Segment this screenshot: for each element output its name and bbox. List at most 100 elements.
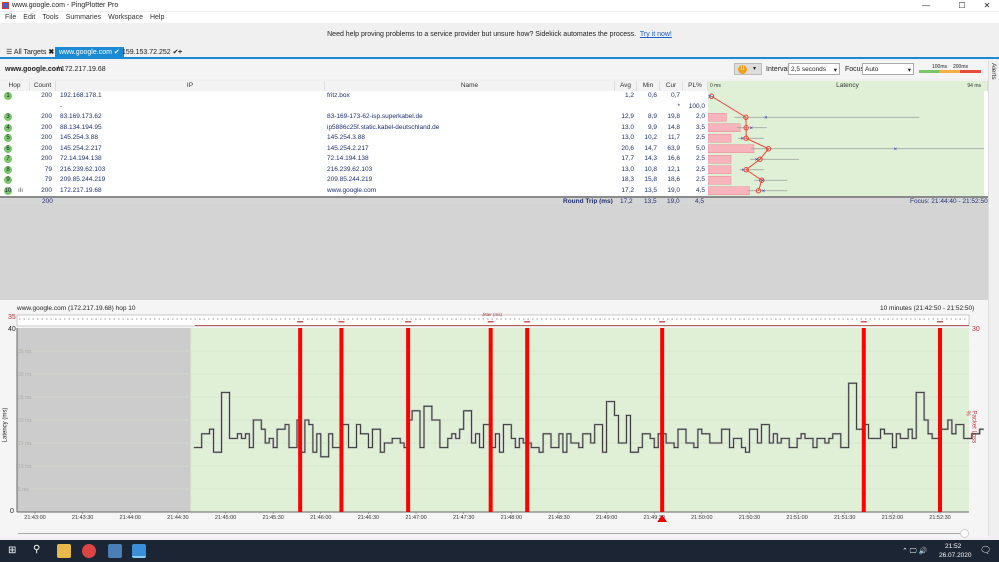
alerts-panel-tab[interactable]: Alerts (988, 61, 999, 536)
cell-ip: 83.169.173.62 (60, 113, 102, 120)
time-scrollbar[interactable] (18, 533, 968, 534)
tab-159-153-72-252[interactable]: 159.153.72.252 ✔ (118, 47, 183, 59)
windows-start-icon[interactable]: ⊞ (8, 545, 16, 556)
cell-name: fritz.box (327, 92, 350, 99)
close-button[interactable]: ✕ (975, 0, 999, 11)
hop-number-badge: 1 (4, 92, 12, 100)
col-hop[interactable]: Hop (0, 81, 30, 91)
clock-date[interactable]: 26.07.2020 (939, 552, 972, 559)
packet-loss-bar (708, 176, 732, 185)
x-tick-label: 21:52:00 (882, 515, 903, 521)
menu-workspace[interactable]: Workspace (108, 12, 143, 23)
remote-desktop-icon[interactable] (108, 544, 122, 558)
cell-cur: 63,9 (667, 144, 680, 152)
jitter-loss-marker (338, 321, 345, 323)
packet-loss-bar (525, 328, 530, 512)
table-row[interactable]: 10 ılı 200 172.217.19.68 www.google.com 17,2 1… (0, 186, 708, 197)
cell-name: ip5886c25f.static.kabel-deutschland.de (327, 123, 440, 131)
close-tab-icon[interactable]: ✖ (48, 49, 54, 56)
table-row[interactable]: 4 200 88.134.194.95 ip5886c25f.static.kabel… (0, 123, 708, 134)
notification-icon[interactable]: 🗨 (980, 545, 991, 556)
hop-number-badge: 6 (4, 144, 12, 153)
bar-chart-icon[interactable]: ılı (18, 186, 23, 197)
current-latency-marker: × (762, 189, 766, 195)
menu-tools[interactable]: Tools (42, 12, 58, 23)
timeline-chart-panel: www.google.com (172.217.19.68) hop 10 10… (0, 300, 988, 538)
table-row[interactable]: 1 200 192.168.178.1 fritz.box 1,2 0,6 0,7 (0, 91, 708, 102)
pause-button[interactable]: II ▾ (734, 63, 762, 75)
cell-min: 13,5 (644, 186, 657, 194)
time-scrollbar-thumb[interactable] (960, 529, 969, 538)
col-min[interactable]: Min (637, 81, 660, 91)
focus-select[interactable]: Auto ▾ (862, 63, 914, 75)
tray-chevron-icon[interactable]: ⌃ 🖵 🔊 (902, 547, 927, 556)
cell-name: 145.254.2.217 (327, 144, 369, 152)
jitter-loss-marker (659, 321, 666, 323)
window-title: www.google.com - PingPlotter Pro (12, 2, 119, 9)
hop-number-badge: 8 (4, 165, 12, 174)
table-row[interactable]: 6 200 145.254.2.217 145.254.2.217 20,6 14,7 63… (0, 144, 708, 155)
pingplotter-taskbar-icon[interactable] (132, 544, 146, 558)
cell-min: 10,8 (644, 165, 657, 173)
menu-edit[interactable]: Edit (23, 12, 35, 23)
cell-cur: * (677, 102, 680, 110)
x-tick-label: 21:48:00 (501, 515, 522, 521)
cell-avg: 20,6 (621, 144, 634, 152)
y-grid-label: 20 ms (18, 418, 32, 424)
maximize-button[interactable]: ☐ (950, 0, 974, 11)
cell-min: 9,9 (647, 123, 657, 131)
x-tick-label: 21:44:00 (120, 515, 141, 521)
chevron-down-icon[interactable]: ▾ (753, 65, 756, 72)
col-avg[interactable]: Avg (615, 81, 637, 91)
clock-time[interactable]: 21:52 (945, 543, 961, 550)
cell-count: 200 (41, 113, 52, 120)
interval-select[interactable]: 2,5 seconds ▾ (788, 63, 840, 75)
cell-ip: 88.134.194.95 (60, 123, 102, 131)
tab-www-google-com[interactable]: www.google.com ✔ (55, 47, 124, 59)
try-it-now-link[interactable]: Try it now! (640, 31, 672, 38)
banner-text: Need help proving problems to a service … (327, 31, 637, 38)
table-row[interactable]: 7 200 72.14.194.138 72.14.194.138 17,7 14,3 16… (0, 154, 708, 165)
menu-summaries[interactable]: Summaries (66, 12, 101, 23)
col-latency[interactable]: Latency 0 ms 94 ms (708, 81, 988, 91)
summary-row: 200 Round Trip (ms) 17,2 13,5 19,0 4,5 F… (0, 196, 988, 205)
search-icon[interactable]: ⚲ (33, 544, 40, 555)
minimize-button[interactable]: — (914, 0, 938, 11)
menu-file[interactable]: File (5, 12, 16, 23)
table-row[interactable]: 8 79 216.239.62.103 216.239.62.103 13,0 10,8 1… (0, 165, 708, 176)
x-tick-label: 21:45:00 (215, 515, 236, 521)
col-count[interactable]: Count (30, 81, 56, 91)
cell-pl: 2,5 (695, 134, 705, 141)
add-tab-button[interactable]: + (174, 47, 186, 59)
table-row[interactable]: 3 200 83.169.173.62 83-169-173-62-isp.super… (0, 112, 708, 123)
file-explorer-icon[interactable] (57, 544, 71, 558)
table-row[interactable]: - * 100,0 (0, 102, 708, 113)
table-row[interactable]: 5 200 145.254.3.88 145.254.3.88 13,0 10,2 11,7… (0, 133, 708, 144)
cell-pl: 2,5 (695, 165, 705, 173)
jitter-axis-label: 35 (8, 314, 16, 321)
table-row[interactable]: 9 79 209.85.244.219 209.85.244.219 18,3 15,8 1… (0, 175, 708, 186)
latency-chart: 5 ms 10 ms 15 ms 20 ms 25 ms 30 ms 35 ms 21:43:… (16, 314, 984, 522)
cell-avg: 13,0 (621, 134, 634, 141)
cell-cur: 16,6 (667, 155, 680, 162)
packet-loss-bar (339, 328, 344, 512)
y-grid-label: 30 ms (18, 372, 32, 378)
x-tick-label: 21:51:30 (834, 515, 855, 521)
cell-count: 79 (44, 176, 52, 183)
cell-count: 200 (41, 134, 52, 141)
tab-all-targets[interactable]: ☰ All Targets ✖ (2, 47, 58, 59)
col-pl[interactable]: PL% (683, 81, 708, 91)
cell-avg: 17,2 (621, 186, 634, 194)
chrome-icon[interactable] (82, 544, 96, 558)
current-latency-marker: × (749, 126, 753, 132)
latency-scale-yellow (939, 70, 960, 73)
menu-help[interactable]: Help (150, 12, 164, 23)
cell-avg: 1,2 (624, 92, 634, 99)
col-cur[interactable]: Cur (660, 81, 683, 91)
cell-count: 200 (41, 123, 52, 131)
interval-label: Interval (766, 66, 789, 73)
col-name[interactable]: Name (325, 81, 615, 91)
col-ip[interactable]: IP (56, 81, 325, 91)
x-tick-label: 21:50:00 (691, 515, 712, 521)
cell-name: 145.254.3.88 (327, 134, 365, 141)
